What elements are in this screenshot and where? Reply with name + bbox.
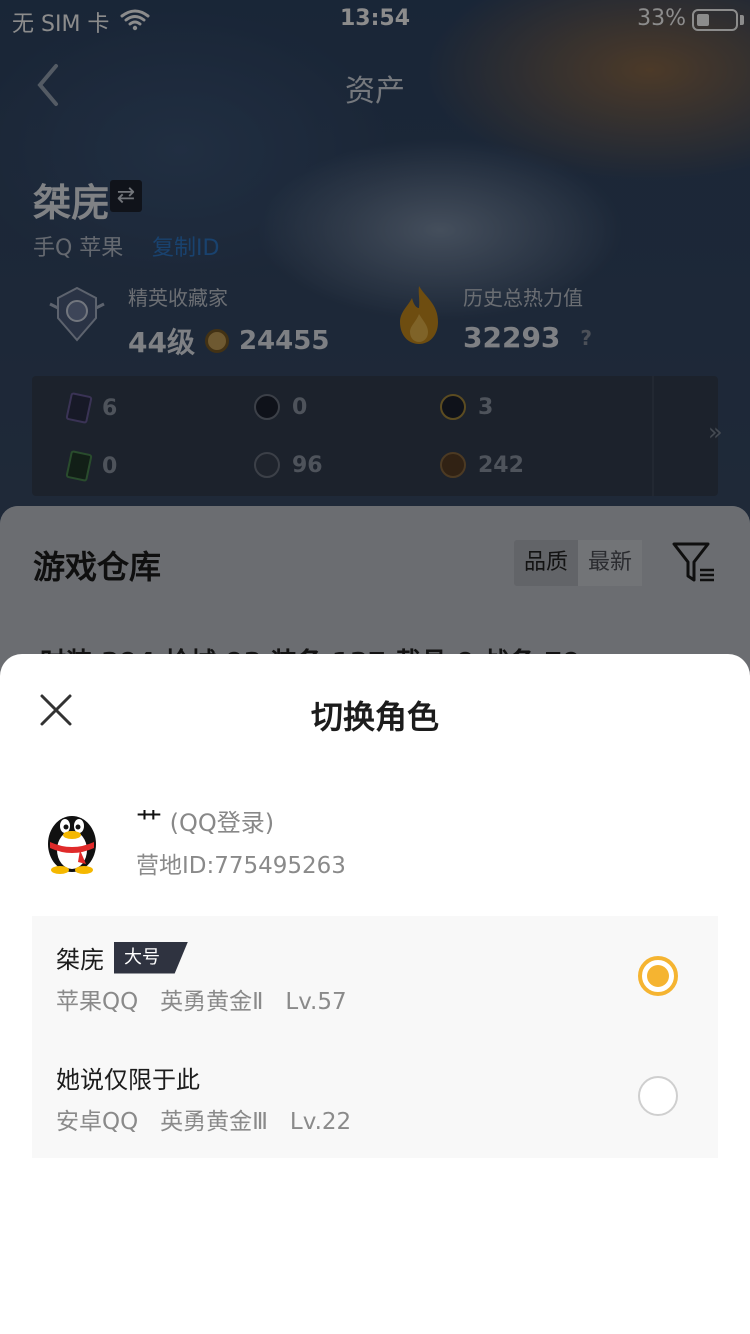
role-detail: 苹果QQ 英勇黄金Ⅱ Lv.57 [56, 989, 347, 1015]
account-nickname: 艹 [136, 808, 163, 838]
role-item[interactable]: 她说仅限于此 安卓QQ 英勇黄金Ⅲ Lv.22 [32, 1036, 718, 1156]
role-detail: 安卓QQ 英勇黄金Ⅲ Lv.22 [56, 1109, 352, 1135]
role-list: 桀庑 大号 苹果QQ 英勇黄金Ⅱ Lv.57 她说仅限于此 安卓QQ 英勇黄金Ⅲ… [32, 916, 718, 1158]
role-radio-unselected[interactable] [638, 1076, 678, 1116]
role-radio-selected[interactable] [638, 956, 678, 996]
role-name: 她说仅限于此 [56, 1066, 200, 1094]
switch-role-sheet: 切换角色 艹 (QQ登录) 营地ID:775495263 桀庑 大号 苹果QQ … [0, 654, 750, 1334]
login-type: (QQ登录) [169, 809, 275, 837]
account-info: 艹 (QQ登录) 营地ID:775495263 [40, 802, 710, 882]
main-account-tag: 大号 [114, 941, 188, 974]
role-item[interactable]: 桀庑 大号 苹果QQ 英勇黄金Ⅱ Lv.57 [32, 916, 718, 1036]
role-name: 桀庑 [56, 946, 104, 974]
qq-penguin-avatar-icon [48, 816, 96, 874]
sheet-title: 切换角色 [310, 698, 439, 736]
account-title-line: 艹 (QQ登录) [136, 802, 274, 839]
camp-id: 营地ID:775495263 [136, 853, 346, 879]
